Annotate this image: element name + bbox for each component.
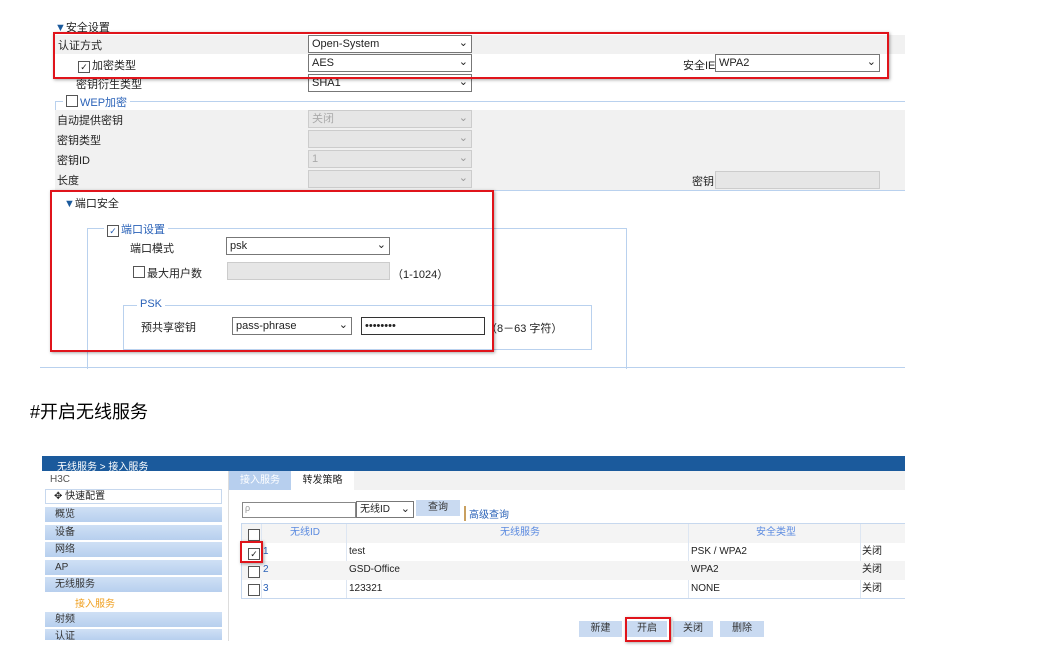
key-type-select[interactable]: ⌄ [308,130,472,148]
highlight-box [50,190,494,352]
table-header [242,524,905,543]
row-checkbox[interactable] [248,566,262,580]
row-id-link[interactable]: 1 [263,543,269,561]
brand-label: H3C [50,474,71,485]
highlight-box [53,32,889,79]
divider [40,367,905,368]
chevron-down-icon: ⌄ [458,112,468,124]
tab-access-service[interactable]: 接入服务 [229,471,291,490]
auto-key-select[interactable]: 关闭 ⌄ [308,110,472,128]
key-id-label: 密钥ID [57,155,90,167]
row-service: 123321 [349,583,383,594]
sidebar-item-wireless-service[interactable]: 无线服务 [45,577,222,592]
sidebar-item-auth[interactable]: 认证 [45,629,222,640]
key-id-select[interactable]: 1 ⌄ [308,150,472,168]
wep-checkbox[interactable] [66,95,78,107]
key-id-value: 1 [312,153,319,165]
chevron-down-icon: ⌄ [400,503,410,515]
row-security: WPA2 [691,564,719,575]
document-page: ▼安全设置 认证方式 Open-System ⌄ ✓ 加密类型 AES ⌄ 安全IE … [0,0,1053,663]
sidebar-item-device[interactable]: 设备 [45,525,222,540]
new-button[interactable]: 新建 [579,621,622,637]
length-select[interactable]: ⌄ [308,170,472,188]
preshared-key-hint: （8－63 字符） [486,323,563,335]
chevron-down-icon: ⌄ [458,132,468,144]
search-input[interactable]: ρ [242,502,356,518]
sidebar-item-overview[interactable]: 概览 [45,507,222,522]
header-wireless-service[interactable]: 无线服务 [500,524,540,542]
sidebar-subitem-access-service[interactable]: 接入服务 [75,595,115,610]
section-heading: #开启无线服务 [30,402,149,422]
quick-config-icon: ✥ [54,491,66,502]
sidebar-item-ap[interactable]: AP [45,560,222,575]
key-type-label: 密钥类型 [57,135,101,147]
row-id-link[interactable]: 2 [263,561,269,579]
highlight-box [625,617,671,642]
sidebar-quick-config[interactable]: ✥ 快速配置 [45,489,222,504]
highlight-box [240,541,263,563]
chevron-down-icon: ⌄ [458,152,468,164]
row-checkbox[interactable] [248,584,262,598]
delete-button[interactable]: 删除 [720,621,764,637]
tab-forwarding-policy[interactable]: 转发策略 [291,471,354,490]
advanced-query-link[interactable]: 高级查询 [464,506,509,521]
search-field-select[interactable]: 无线ID ⌄ [356,501,414,518]
row-security: PSK / WPA2 [691,546,747,557]
row-status: 关闭 [862,564,882,575]
wep-key-input[interactable] [715,171,880,189]
table-row-stripe [242,561,905,580]
search-icon: ρ [245,503,251,513]
header-wireless-id[interactable]: 无线ID [290,524,320,542]
divider [55,101,905,102]
divider [492,190,905,191]
wep-key-label: 密钥 [692,176,714,188]
wep-legend: WEP加密 [63,94,131,110]
length-label: 长度 [57,175,79,187]
header-security-type[interactable]: 安全类型 [756,524,796,542]
row-service: test [349,546,366,557]
query-button[interactable]: 查询 [416,500,460,516]
auto-key-value: 关闭 [312,113,334,125]
top-bar [42,456,905,471]
disable-button[interactable]: 关闭 [673,621,713,637]
sidebar-item-radio[interactable]: 射频 [45,612,222,627]
search-field-value: 无线ID [360,504,390,515]
row-status: 关闭 [862,583,882,594]
chevron-down-icon: ⌄ [458,172,468,184]
row-status: 关闭 [862,546,882,557]
row-security: NONE [691,583,720,594]
row-id-link[interactable]: 3 [263,580,269,598]
sidebar-item-network[interactable]: 网络 [45,542,222,557]
auto-key-label: 自动提供密钥 [57,115,123,127]
row-service: GSD-Office [349,564,400,575]
